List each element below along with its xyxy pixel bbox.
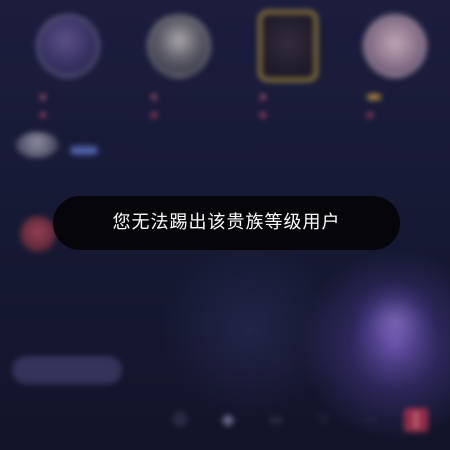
level-badge-icon (40, 94, 46, 100)
heart-icon (151, 112, 157, 118)
chat-user-avatar[interactable] (20, 216, 56, 252)
avatar[interactable] (363, 14, 427, 78)
level-badge-icon (151, 94, 157, 100)
gift-icon[interactable] (404, 408, 428, 432)
mic-icon[interactable]: ● (218, 410, 238, 430)
avatar[interactable] (147, 14, 211, 78)
avatar-frame[interactable] (258, 10, 318, 82)
seat-stat-row (367, 112, 417, 121)
user-level-chip (70, 146, 98, 155)
heart-icon (367, 112, 373, 118)
bottom-toolbar: ☺ ● ▭ ♡ ⋯ (0, 398, 450, 442)
vip-badge-icon (367, 94, 381, 100)
seat-stat-row (260, 112, 310, 121)
level-badge-icon (260, 94, 266, 100)
mic-seat-4[interactable] (355, 10, 429, 120)
toast-message: 您无法踢出该贵族等级用户 (53, 196, 400, 250)
gift-animation (355, 282, 435, 362)
message-icon[interactable]: ▭ (266, 410, 286, 430)
seat-name-row (260, 94, 310, 103)
quick-action-button[interactable] (12, 356, 122, 384)
seat-name-row (367, 94, 417, 103)
avatar[interactable] (36, 14, 100, 78)
seat-name-row (40, 94, 90, 103)
mic-seat-2[interactable] (139, 10, 213, 120)
more-icon[interactable]: ⋯ (360, 410, 380, 430)
heart-icon (40, 112, 46, 118)
seat-stat-row (40, 112, 90, 121)
chat-user-avatar[interactable] (16, 132, 58, 158)
smile-icon[interactable]: ☺ (170, 410, 190, 430)
heart-icon (260, 112, 266, 118)
heart-icon[interactable]: ♡ (314, 410, 334, 430)
mic-seat-1[interactable] (28, 10, 102, 120)
seat-stat-row (151, 112, 201, 121)
mic-seat-3[interactable] (248, 10, 322, 120)
seat-name-row (151, 94, 201, 103)
